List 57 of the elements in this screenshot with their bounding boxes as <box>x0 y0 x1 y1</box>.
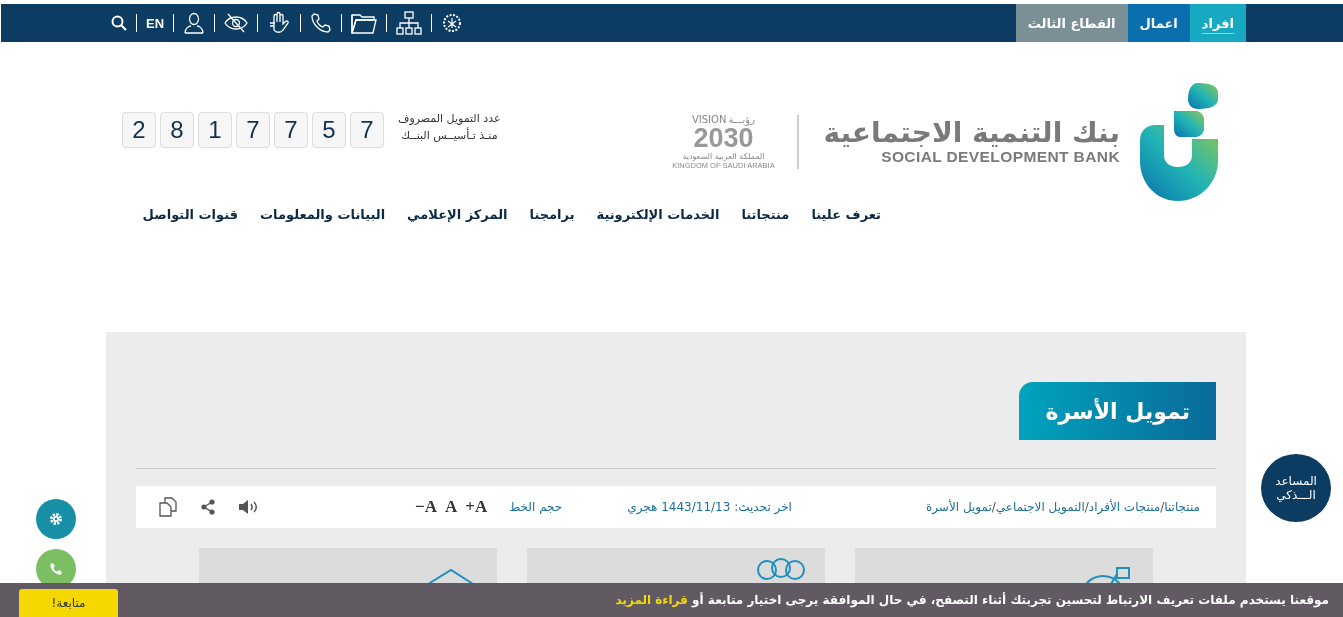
share-icon[interactable] <box>200 499 216 515</box>
breadcrumb-link[interactable]: التمويل الاجتماعي <box>995 500 1085 514</box>
counter-digit: 1 <box>198 112 232 148</box>
phone-icon[interactable] <box>310 12 333 34</box>
breadcrumb-link[interactable]: منتجات الأفراد <box>1088 500 1161 514</box>
sitemap-icon[interactable] <box>396 11 423 35</box>
cookie-message: موقعنا يستخدم ملفات تعريف الارتباط لتحسين تجربتك أثناء التصفح، في حال الموافقة يرجى اختيار متابعة أو قراءة المزيد <box>615 593 1329 607</box>
counter-digit: 7 <box>274 112 308 148</box>
settings-button[interactable] <box>36 499 76 539</box>
copy-icon[interactable] <box>158 497 178 517</box>
vision-year: 2030 <box>693 125 754 152</box>
gear-icon <box>49 512 63 526</box>
counter-digit: 7 <box>350 112 384 148</box>
counter-label: عدد التمويل المصروف <box>398 112 501 125</box>
vision-country: المملكة العربية السعودية <box>682 152 765 161</box>
breadcrumb-separator: / <box>1084 500 1089 514</box>
nav-link[interactable]: تعرف علينا <box>811 207 881 222</box>
font-size-button[interactable]: −A <box>414 497 437 517</box>
emblem-icon <box>441 12 464 34</box>
smart-assistant-button[interactable]: المساعد الـــذكي <box>1259 452 1333 524</box>
people-icon <box>757 558 805 580</box>
nav-link[interactable]: البيانات والمعلومات <box>260 207 386 222</box>
counter-digit: 7 <box>236 112 270 148</box>
folder-icon[interactable] <box>351 12 378 34</box>
counter-digit: 8 <box>160 112 194 148</box>
nav-link[interactable]: قنوات التواصل <box>142 207 238 222</box>
breadcrumb-separator: / <box>1160 500 1165 514</box>
hand-icon[interactable] <box>267 11 292 35</box>
vision-word: VISION <box>691 114 727 125</box>
vision-arabic: رؤيـــة <box>728 114 755 125</box>
font-size-label: حجم الخط <box>509 500 563 514</box>
nav-link[interactable]: الخدمات الإلكترونية <box>596 207 720 222</box>
search-icon[interactable] <box>111 15 127 31</box>
eye-slash-icon[interactable] <box>224 13 249 33</box>
user-icon[interactable] <box>183 12 206 34</box>
counter-digit: 5 <box>312 112 346 148</box>
breadcrumb-link[interactable]: تمويل الأسرة <box>925 500 992 514</box>
nav-link[interactable]: منتجاتنا <box>741 207 790 222</box>
language-link[interactable]: EN <box>146 15 165 31</box>
last-updated: اخر تحديث: 1443/11/13 هجري <box>627 500 792 514</box>
breadcrumb-link[interactable]: منتجاتنا <box>1164 500 1200 514</box>
nav-link[interactable]: المركز الإعلامي <box>407 207 508 222</box>
speaker-icon[interactable] <box>238 499 258 515</box>
font-size-button[interactable]: A <box>444 497 458 517</box>
font-size-button[interactable]: +A <box>465 497 488 517</box>
read-more-link[interactable]: قراءة المزيد <box>615 593 688 607</box>
page-title: تمويل الأسرة <box>1019 382 1216 440</box>
bank-name-arabic: بنك التنمية الاجتماعية <box>823 117 1120 149</box>
phone-icon <box>49 562 63 576</box>
sector-tab[interactable]: اعمال <box>1127 4 1190 42</box>
counter-label: منـذ تـأسيــس البنــك <box>400 129 498 142</box>
continue-button[interactable]: متابعة! <box>19 589 118 617</box>
nav-link[interactable]: برامجنا <box>529 207 575 222</box>
counter-digit: 2 <box>122 112 156 148</box>
breadcrumb-separator: / <box>991 500 996 514</box>
bank-name-english: SOCIAL DEVELOPMENT BANK <box>881 148 1120 167</box>
bank-logo-icon[interactable] <box>1140 83 1220 201</box>
